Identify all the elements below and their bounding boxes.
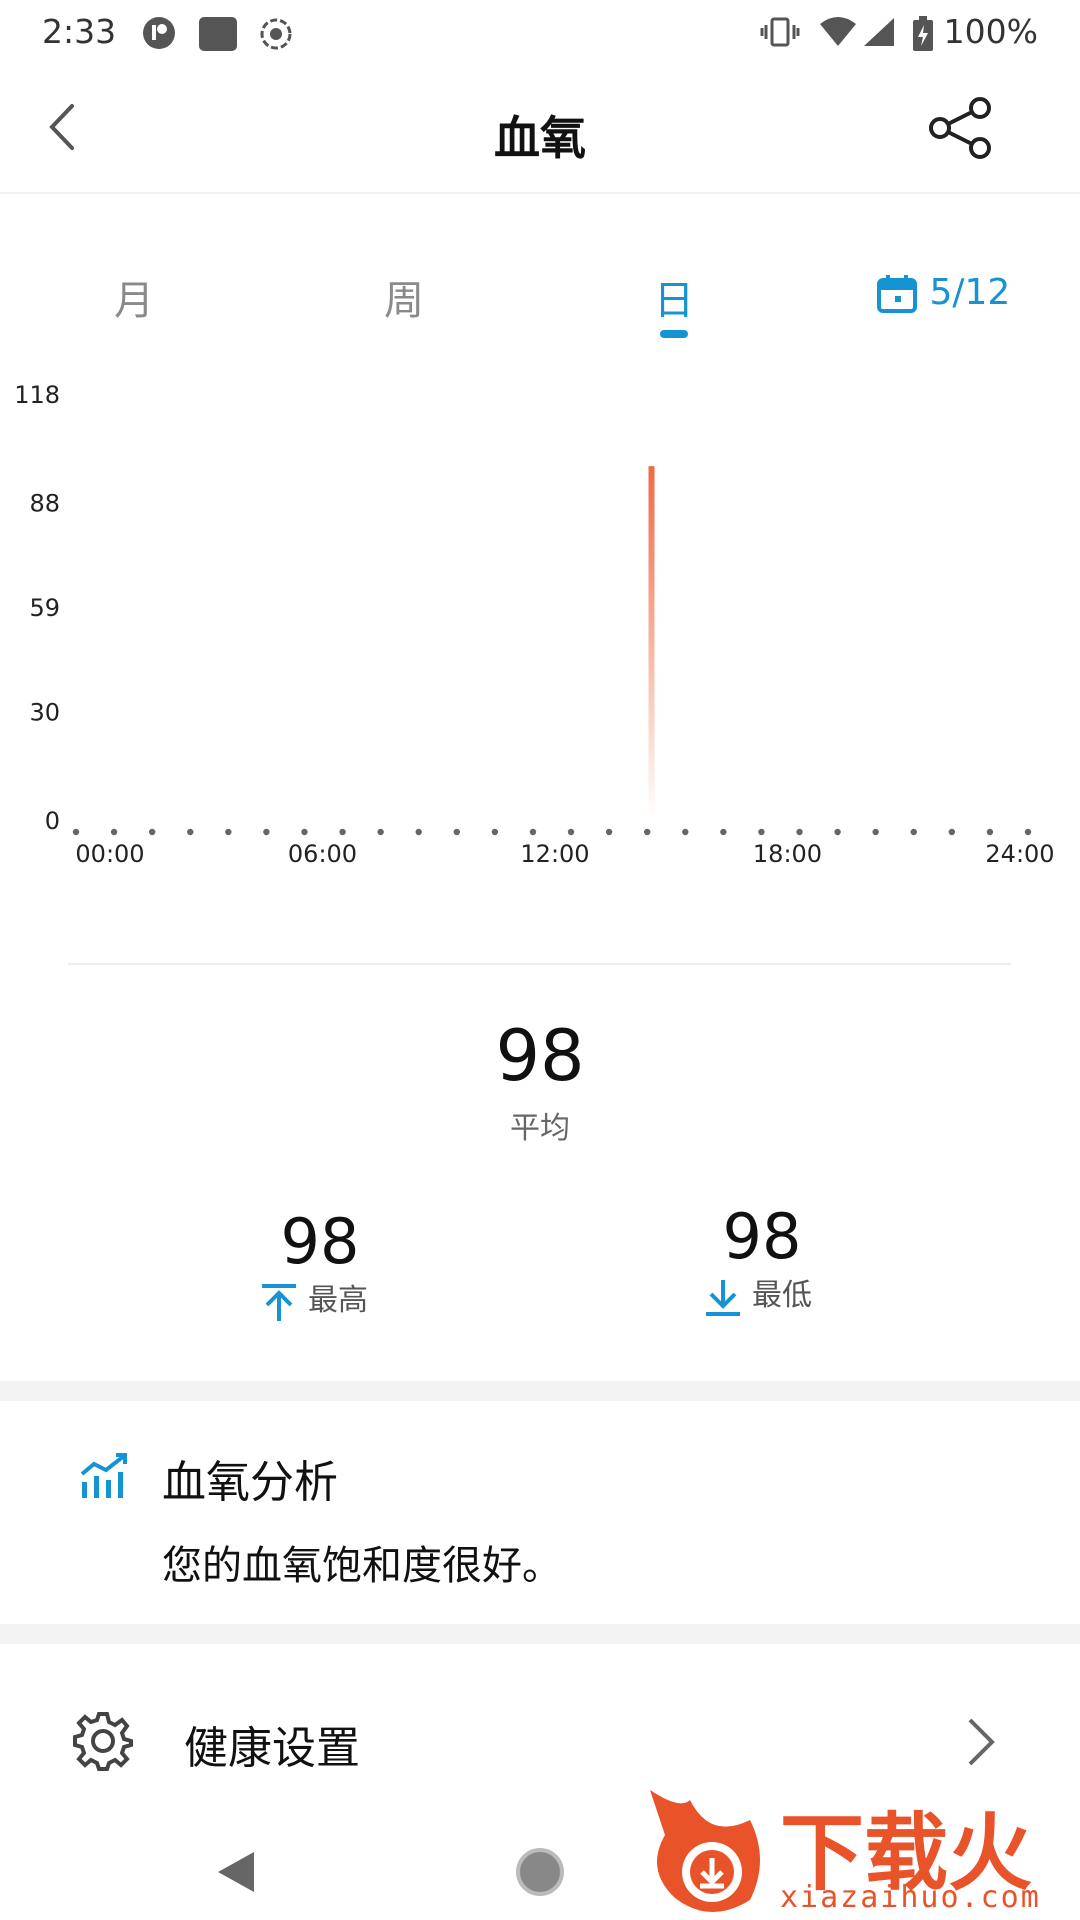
section-separator (0, 1624, 1080, 1644)
max-label-row: 最高 (258, 1275, 368, 1323)
baseline-dot (110, 828, 118, 836)
health-settings-label: 健康设置 (184, 1723, 360, 1774)
baseline-dot (567, 828, 575, 836)
health-settings-row[interactable]: 健康设置 (0, 1668, 1080, 1798)
max-value: 98 (280, 1205, 360, 1278)
analysis-title: 血氧分析 (162, 1457, 338, 1508)
square-notification-icon (198, 16, 237, 51)
nav-home-button[interactable] (510, 1842, 570, 1902)
header: 血氧 (0, 66, 1080, 194)
x-tick-label: 12:00 (520, 840, 589, 868)
baseline-dot (796, 828, 803, 836)
baseline-dot (872, 828, 879, 836)
wifi-icon (818, 16, 856, 46)
nav-back-button[interactable] (210, 1842, 270, 1902)
baseline-dot (948, 828, 956, 836)
baseline-dot (986, 828, 994, 836)
average-value: 98 (495, 1015, 585, 1097)
chevron-left-icon (49, 104, 74, 150)
watermark-domain: xiazaihuo.com (780, 1880, 1041, 1915)
screen-record-icon (258, 16, 292, 50)
baseline-dot (453, 828, 460, 836)
min-value: 98 (722, 1200, 802, 1273)
baseline-dot (910, 828, 917, 836)
tab-day[interactable]: 日 (614, 268, 734, 326)
tab-indicator (660, 330, 688, 338)
page-title: 血氧 (494, 111, 586, 165)
calendar-icon (877, 275, 917, 313)
y-tick-label: 118 (14, 381, 60, 409)
baseline-dot (1024, 828, 1032, 836)
baseline-dot (225, 828, 232, 836)
watermark: 下载火 xiazaihuo.com (640, 1780, 1080, 1920)
baseline-dot (263, 828, 270, 836)
analysis-text: 您的血氧饱和度很好。 (162, 1543, 562, 1589)
min-label-row: 最低 (702, 1270, 812, 1318)
baseline-dot (682, 828, 689, 836)
arrow-down-icon (706, 1279, 740, 1316)
trend-chart-icon (78, 1452, 130, 1500)
baseline-dot (187, 828, 194, 836)
chart-bar (648, 466, 655, 820)
triangle-back-icon (218, 1852, 254, 1892)
baseline-dot (377, 828, 384, 836)
share-button[interactable] (920, 88, 1000, 168)
share-icon (929, 97, 991, 159)
baseline-dot (415, 828, 422, 836)
tab-week[interactable]: 周 (344, 268, 464, 326)
max-label: 最高 (308, 1283, 368, 1318)
x-tick-label: 06:00 (288, 840, 357, 868)
arrow-up-icon (262, 1283, 296, 1321)
blood-oxygen-chart: 118 88 59 30 0 00:00 06:00 12:00 18:00 24:00 (14, 381, 1054, 868)
section-separator (0, 1381, 1080, 1401)
min-label: 最低 (752, 1278, 812, 1313)
baseline-dot (148, 828, 156, 836)
x-tick-label: 24:00 (985, 840, 1054, 868)
average-label: 平均 (510, 1111, 570, 1146)
baseline-dot (529, 828, 537, 836)
back-button[interactable] (30, 92, 100, 162)
status-bar: 2:33 100% (0, 0, 1080, 66)
y-tick-label: 0 (45, 807, 60, 835)
battery-charging-icon (912, 16, 942, 51)
baseline-dot (72, 828, 80, 836)
baseline-dot (491, 828, 499, 836)
vibrate-icon (760, 16, 800, 47)
y-tick-label: 59 (29, 594, 60, 622)
divider (68, 963, 1011, 965)
gear-icon (70, 1708, 136, 1774)
baseline-dot (720, 828, 727, 836)
y-tick-label: 88 (29, 489, 60, 517)
date-label: 5/12 (929, 272, 1011, 313)
baseline-dot (834, 828, 841, 836)
x-tick-label: 18:00 (753, 840, 822, 868)
app-notification-icon (142, 16, 175, 49)
date-picker-button[interactable]: 5/12 (876, 272, 1010, 322)
baseline-dot (605, 828, 613, 836)
tab-month[interactable]: 月 (74, 268, 194, 326)
baseline-dot (301, 828, 308, 836)
flame-logo-icon (650, 1790, 760, 1913)
baseline-dot (644, 828, 651, 836)
chevron-right-icon (960, 1714, 1000, 1770)
baseline-dot (758, 828, 765, 836)
baseline-dot (339, 828, 346, 836)
battery-percentage: 100% (943, 12, 1038, 51)
x-tick-label: 00:00 (75, 840, 144, 868)
y-tick-label: 30 (29, 699, 60, 727)
status-time: 2:33 (42, 12, 117, 51)
cellular-signal-icon (862, 16, 894, 46)
circle-home-icon (516, 1848, 564, 1896)
